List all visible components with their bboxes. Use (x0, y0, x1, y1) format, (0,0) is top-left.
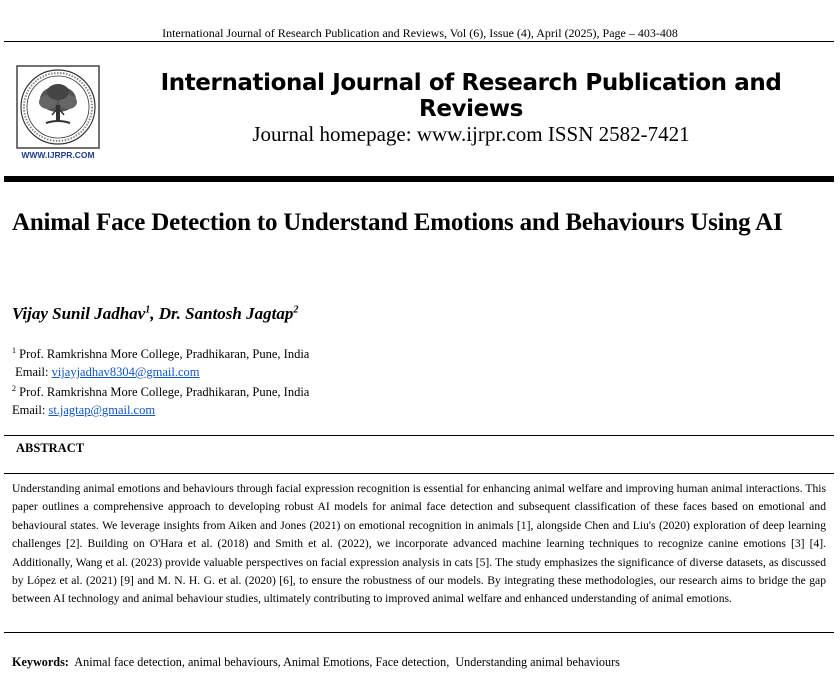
journal-title: International Journal of Research Public… (160, 70, 782, 122)
affiliation-text: Prof. Ramkrishna More College, Pradhikar… (16, 385, 310, 400)
tree-seal-icon (16, 65, 100, 149)
email-link-2[interactable]: st.jagtap@gmail.com (48, 403, 155, 417)
authors: Vijay Sunil Jadhav1, Dr. Santosh Jagtap2 (12, 304, 298, 324)
email-line-1: Email: vijayjadhav8304@gmail.com (12, 365, 200, 380)
journal-logo: WWW.IJRPR.COM (16, 65, 100, 161)
affiliation-1: 1 Prof. Ramkrishna More College, Pradhik… (12, 346, 309, 362)
affiliation-2: 2 Prof. Ramkrishna More College, Pradhik… (12, 384, 309, 400)
author-separator: , (150, 304, 159, 323)
abstract-heading-rule (4, 473, 834, 474)
email-label: Email: (12, 403, 49, 417)
affiliation-mark: 2 (293, 304, 299, 316)
abstract-bottom-rule (4, 632, 834, 633)
header-rule (4, 41, 834, 42)
logo-caption: WWW.IJRPR.COM (21, 150, 95, 160)
abstract-text: Understanding animal emotions and behavi… (12, 482, 826, 606)
paper-title: Animal Face Detection to Understand Emot… (12, 209, 783, 236)
email-line-2: Email: st.jagtap@gmail.com (12, 403, 155, 418)
keywords-list: Animal face detection, animal behaviours… (68, 655, 620, 669)
affiliation-text: Prof. Ramkrishna More College, Pradhikar… (16, 347, 310, 362)
running-header: International Journal of Research Public… (162, 26, 678, 40)
abstract-top-rule (4, 435, 834, 436)
journal-homepage: Journal homepage: www.ijrpr.com ISSN 258… (252, 122, 690, 146)
abstract-heading: ABSTRACT (16, 441, 85, 455)
keywords: Keywords: Animal face detection, animal … (12, 655, 620, 670)
keywords-label: Keywords: (12, 655, 69, 669)
email-link-1[interactable]: vijayjadhav8304@gmail.com (52, 365, 200, 379)
author-name: Dr. Santosh Jagtap (158, 304, 294, 323)
email-label: Email: (12, 365, 52, 379)
masthead-rule (4, 176, 834, 182)
author-name: Vijay Sunil Jadhav (12, 304, 146, 323)
